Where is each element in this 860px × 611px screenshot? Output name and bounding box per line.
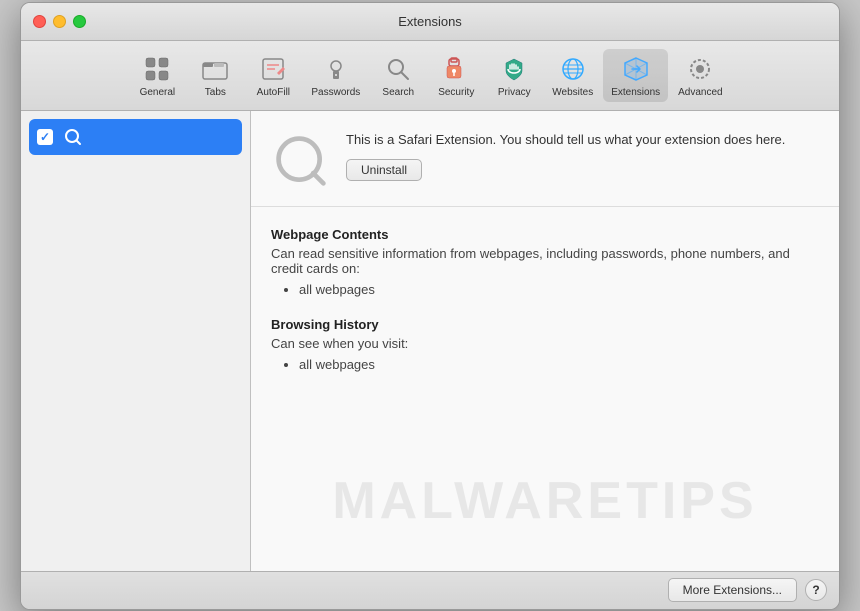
tabs-icon	[199, 53, 231, 85]
toolbar-item-privacy[interactable]: Privacy	[486, 49, 542, 102]
extension-enabled-checkbox[interactable]: ✓	[37, 129, 53, 145]
browsing-history-section: Browsing History Can see when you visit:…	[271, 317, 819, 372]
autofill-icon	[257, 53, 289, 85]
window-title: Extensions	[398, 14, 462, 29]
toolbar-item-tabs[interactable]: Tabs	[187, 49, 243, 102]
sidebar-extension-icon	[61, 125, 85, 149]
preferences-toolbar: General Tabs Au	[21, 41, 839, 111]
traffic-lights	[33, 15, 86, 28]
tabs-label: Tabs	[205, 87, 226, 98]
webpage-contents-section: Webpage Contents Can read sensitive info…	[271, 227, 819, 297]
extension-header: This is a Safari Extension. You should t…	[251, 111, 839, 207]
title-bar: Extensions	[21, 3, 839, 41]
minimize-button[interactable]	[53, 15, 66, 28]
extension-detail-panel: MALWARETIPS This is a Safari Extension. …	[251, 111, 839, 571]
extension-description: This is a Safari Extension. You should t…	[346, 131, 819, 149]
toolbar-item-extensions[interactable]: Extensions	[603, 49, 668, 102]
safari-preferences-window: Extensions General	[20, 2, 840, 610]
toolbar-item-advanced[interactable]: Advanced	[670, 49, 730, 102]
main-content: ✓ MALWARETIPS	[21, 111, 839, 571]
webpage-contents-title: Webpage Contents	[271, 227, 819, 242]
toolbar-item-search[interactable]: Search	[370, 49, 426, 102]
websites-label: Websites	[552, 87, 593, 98]
passwords-icon	[320, 53, 352, 85]
security-label: Security	[438, 87, 474, 98]
passwords-label: Passwords	[311, 87, 360, 98]
checkmark-icon: ✓	[40, 131, 50, 143]
advanced-label: Advanced	[678, 87, 722, 98]
toolbar-item-autofill[interactable]: AutoFill	[245, 49, 301, 102]
list-item: all webpages	[299, 282, 819, 297]
extensions-sidebar: ✓	[21, 111, 251, 571]
sidebar-item-search-extension[interactable]: ✓	[29, 119, 242, 155]
bottom-bar: More Extensions... ?	[21, 571, 839, 609]
toolbar-item-websites[interactable]: Websites	[544, 49, 601, 102]
search-label: Search	[382, 87, 414, 98]
extensions-icon	[620, 53, 652, 85]
maximize-button[interactable]	[73, 15, 86, 28]
close-button[interactable]	[33, 15, 46, 28]
watermark: MALWARETIPS	[251, 471, 839, 531]
advanced-icon	[684, 53, 716, 85]
websites-icon	[557, 53, 589, 85]
general-icon	[141, 53, 173, 85]
browsing-history-list: all webpages	[271, 357, 819, 372]
webpage-contents-description: Can read sensitive information from webp…	[271, 246, 819, 276]
toolbar-item-security[interactable]: Security	[428, 49, 484, 102]
browsing-history-description: Can see when you visit:	[271, 336, 819, 351]
toolbar-item-passwords[interactable]: Passwords	[303, 49, 368, 102]
webpage-contents-list: all webpages	[271, 282, 819, 297]
privacy-label: Privacy	[498, 87, 531, 98]
privacy-icon	[498, 53, 530, 85]
list-item: all webpages	[299, 357, 819, 372]
extension-info: This is a Safari Extension. You should t…	[346, 131, 819, 181]
general-label: General	[140, 87, 176, 98]
search-toolbar-icon	[382, 53, 414, 85]
help-button[interactable]: ?	[805, 579, 827, 601]
toolbar-item-general[interactable]: General	[129, 49, 185, 102]
more-extensions-button[interactable]: More Extensions...	[668, 578, 797, 602]
extension-permissions: Webpage Contents Can read sensitive info…	[251, 207, 839, 412]
uninstall-button[interactable]: Uninstall	[346, 159, 422, 181]
security-icon	[440, 53, 472, 85]
extensions-label: Extensions	[611, 87, 660, 98]
autofill-label: AutoFill	[257, 87, 290, 98]
browsing-history-title: Browsing History	[271, 317, 819, 332]
extension-icon	[271, 131, 331, 191]
